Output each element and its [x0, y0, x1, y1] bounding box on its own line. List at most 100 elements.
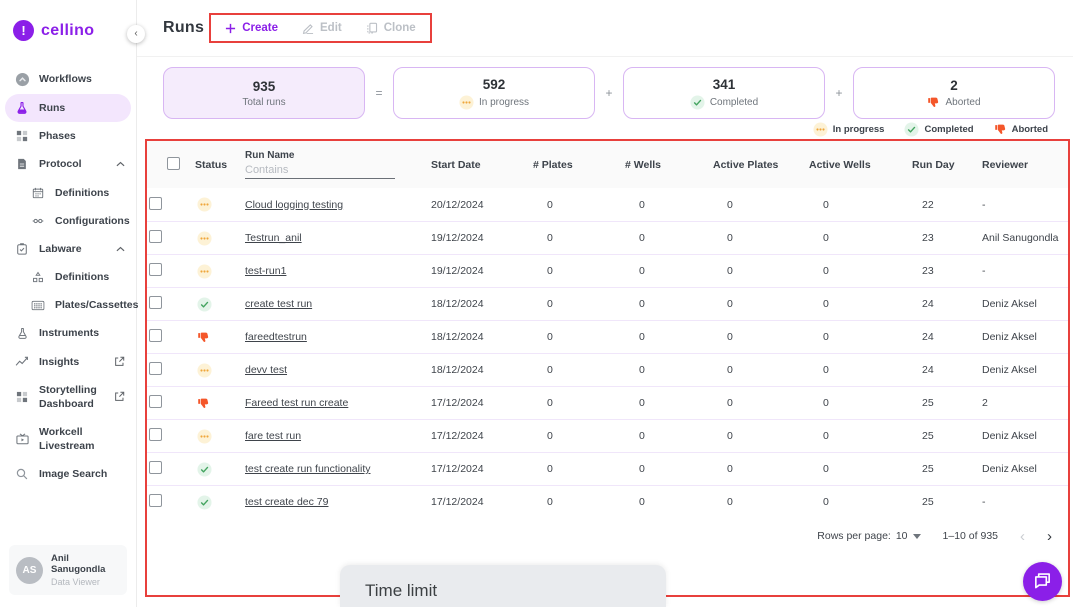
- pencil-icon: [302, 22, 314, 34]
- sidebar-item-image-search[interactable]: Image Search: [5, 460, 131, 488]
- clone-button[interactable]: Clone: [366, 22, 416, 34]
- active-wells-cell: 0: [823, 397, 829, 409]
- next-page-button[interactable]: ›: [1047, 529, 1052, 544]
- sidebar-item-protocol-definitions[interactable]: Definitions: [5, 179, 131, 207]
- sidebar-item-storytelling-dashboard[interactable]: Storytelling Dashboard: [5, 376, 131, 418]
- col-active-wells: Active Wells: [809, 158, 871, 171]
- phases-icon: [14, 130, 30, 142]
- sidebar-item-labware[interactable]: Labware: [5, 235, 131, 263]
- rows-per-page-select[interactable]: Rows per page: 10: [817, 530, 921, 542]
- user-card[interactable]: AS Anil Sanugondla Data Viewer: [9, 545, 127, 595]
- sidebar-item-protocol[interactable]: Protocol: [5, 150, 131, 178]
- num-wells-cell: 0: [639, 298, 645, 310]
- row-checkbox[interactable]: [149, 196, 162, 210]
- run-name-link[interactable]: Fareed test run create: [245, 397, 348, 409]
- run-name-link[interactable]: fare test run: [245, 430, 301, 442]
- sidebar-item-runs[interactable]: Runs: [5, 94, 131, 123]
- sidebar-item-plates-cassettes[interactable]: Plates/Cassettes: [5, 291, 138, 319]
- run-name-filter-input[interactable]: [245, 163, 395, 179]
- operator-label: +: [605, 86, 613, 100]
- sidebar-item-workflows[interactable]: Workflows: [5, 65, 131, 94]
- stat-card-in-progress[interactable]: 592 In progress: [393, 67, 595, 119]
- run-name-link[interactable]: test-run1: [245, 265, 286, 277]
- active-wells-cell: 0: [823, 198, 829, 211]
- sidebar-item-labware-definitions[interactable]: Definitions: [5, 263, 131, 291]
- legend-item-in-progress: In progress: [813, 121, 884, 137]
- num-plates-cell: 0: [547, 232, 553, 244]
- search-icon: [14, 468, 30, 480]
- active-wells-cell: 0: [823, 298, 829, 310]
- num-wells-cell: 0: [639, 232, 645, 244]
- sidebar-item-configurations[interactable]: Configurations: [5, 207, 131, 235]
- start-date-cell: 19/12/2024: [431, 232, 484, 244]
- sidebar-collapse-button[interactable]: ‹: [127, 25, 145, 43]
- main-content: Runs Create Edit Clone 935 Total runs = 592 In…: [137, 0, 1073, 607]
- run-name-link[interactable]: Cloud logging testing: [245, 199, 343, 211]
- num-wells-cell: 0: [639, 463, 645, 475]
- reviewer-cell: -: [982, 198, 986, 211]
- table-row: test create dec 79 17/12/2024 0 0 0 0 25 -: [147, 485, 1068, 518]
- chevron-up-icon: [116, 161, 125, 167]
- row-checkbox[interactable]: [149, 329, 162, 342]
- table-row: Fareed test run create 17/12/2024 0 0 0 0 25 2: [147, 386, 1068, 419]
- sidebar-item-workcell-livestream[interactable]: Workcell Livestream: [5, 418, 131, 460]
- edit-button[interactable]: Edit: [302, 22, 342, 34]
- status-completed-icon: [197, 494, 212, 510]
- status-completed-icon: [197, 296, 212, 312]
- reviewer-cell: -: [982, 496, 986, 508]
- status-in-progress-icon: [197, 197, 212, 212]
- col-reviewer: Reviewer: [982, 158, 1029, 171]
- create-button[interactable]: Create: [225, 22, 278, 34]
- row-checkbox[interactable]: [149, 362, 162, 375]
- num-plates-cell: 0: [547, 265, 553, 277]
- run-day-cell: 25: [922, 397, 934, 409]
- protocol-icon: [14, 158, 30, 170]
- reviewer-cell: 2: [982, 397, 988, 409]
- stat-card-total[interactable]: 935 Total runs: [163, 67, 365, 119]
- sidebar-item-insights[interactable]: Insights: [5, 348, 131, 376]
- run-day-cell: 24: [922, 331, 934, 343]
- run-day-cell: 25: [922, 430, 934, 442]
- row-checkbox[interactable]: [149, 263, 162, 276]
- operator-label: +: [835, 86, 843, 100]
- row-checkbox[interactable]: [149, 494, 162, 507]
- avatar: AS: [16, 556, 43, 584]
- select-all-checkbox[interactable]: [167, 156, 180, 170]
- pagination-range: 1–10 of 935: [942, 530, 998, 542]
- active-plates-cell: 0: [727, 198, 733, 211]
- previous-page-button[interactable]: ‹: [1020, 529, 1025, 544]
- run-name-link[interactable]: devv test: [245, 364, 287, 376]
- status-completed-icon: [197, 461, 212, 477]
- status-legend: In progress Completed Aborted: [137, 119, 1073, 139]
- row-checkbox[interactable]: [149, 395, 162, 408]
- status-in-progress-icon: [197, 263, 212, 279]
- start-date-cell: 19/12/2024: [431, 265, 484, 277]
- run-name-link[interactable]: test create run functionality: [245, 463, 370, 475]
- stat-card-completed[interactable]: 341 Completed: [623, 67, 825, 119]
- chat-fab-button[interactable]: [1023, 562, 1062, 601]
- active-wells-cell: 0: [823, 496, 829, 508]
- logo: ! cellino: [0, 0, 136, 41]
- table-row: fareedtestrun 18/12/2024 0 0 0 0 24 Deniz Aksel: [147, 320, 1068, 353]
- row-checkbox[interactable]: [149, 296, 162, 309]
- reviewer-cell: Deniz Aksel: [982, 364, 1037, 376]
- stat-card-aborted[interactable]: 2 Aborted: [853, 67, 1055, 119]
- sidebar-item-phases[interactable]: Phases: [5, 122, 131, 150]
- reviewer-cell: Deniz Aksel: [982, 331, 1037, 343]
- run-name-link[interactable]: fareedtestrun: [245, 331, 307, 343]
- active-wells-cell: 0: [823, 364, 829, 376]
- sidebar: ! cellino ‹ Workflows Runs Phases Protocol D…: [0, 0, 145, 607]
- row-checkbox[interactable]: [149, 230, 162, 243]
- run-name-link[interactable]: test create dec 79: [245, 496, 328, 508]
- active-wells-cell: 0: [823, 265, 829, 277]
- row-checkbox[interactable]: [149, 428, 162, 441]
- start-date-cell: 17/12/2024: [431, 430, 484, 442]
- run-name-link[interactable]: create test run: [245, 298, 312, 310]
- col-status: Status: [195, 158, 228, 171]
- reviewer-cell: Anil Sanugondla: [982, 232, 1059, 244]
- sidebar-item-instruments[interactable]: Instruments: [5, 319, 131, 347]
- run-name-link[interactable]: Testrun_anil: [245, 232, 302, 244]
- active-plates-cell: 0: [727, 232, 733, 244]
- insights-icon: [14, 356, 30, 367]
- row-checkbox[interactable]: [149, 461, 162, 474]
